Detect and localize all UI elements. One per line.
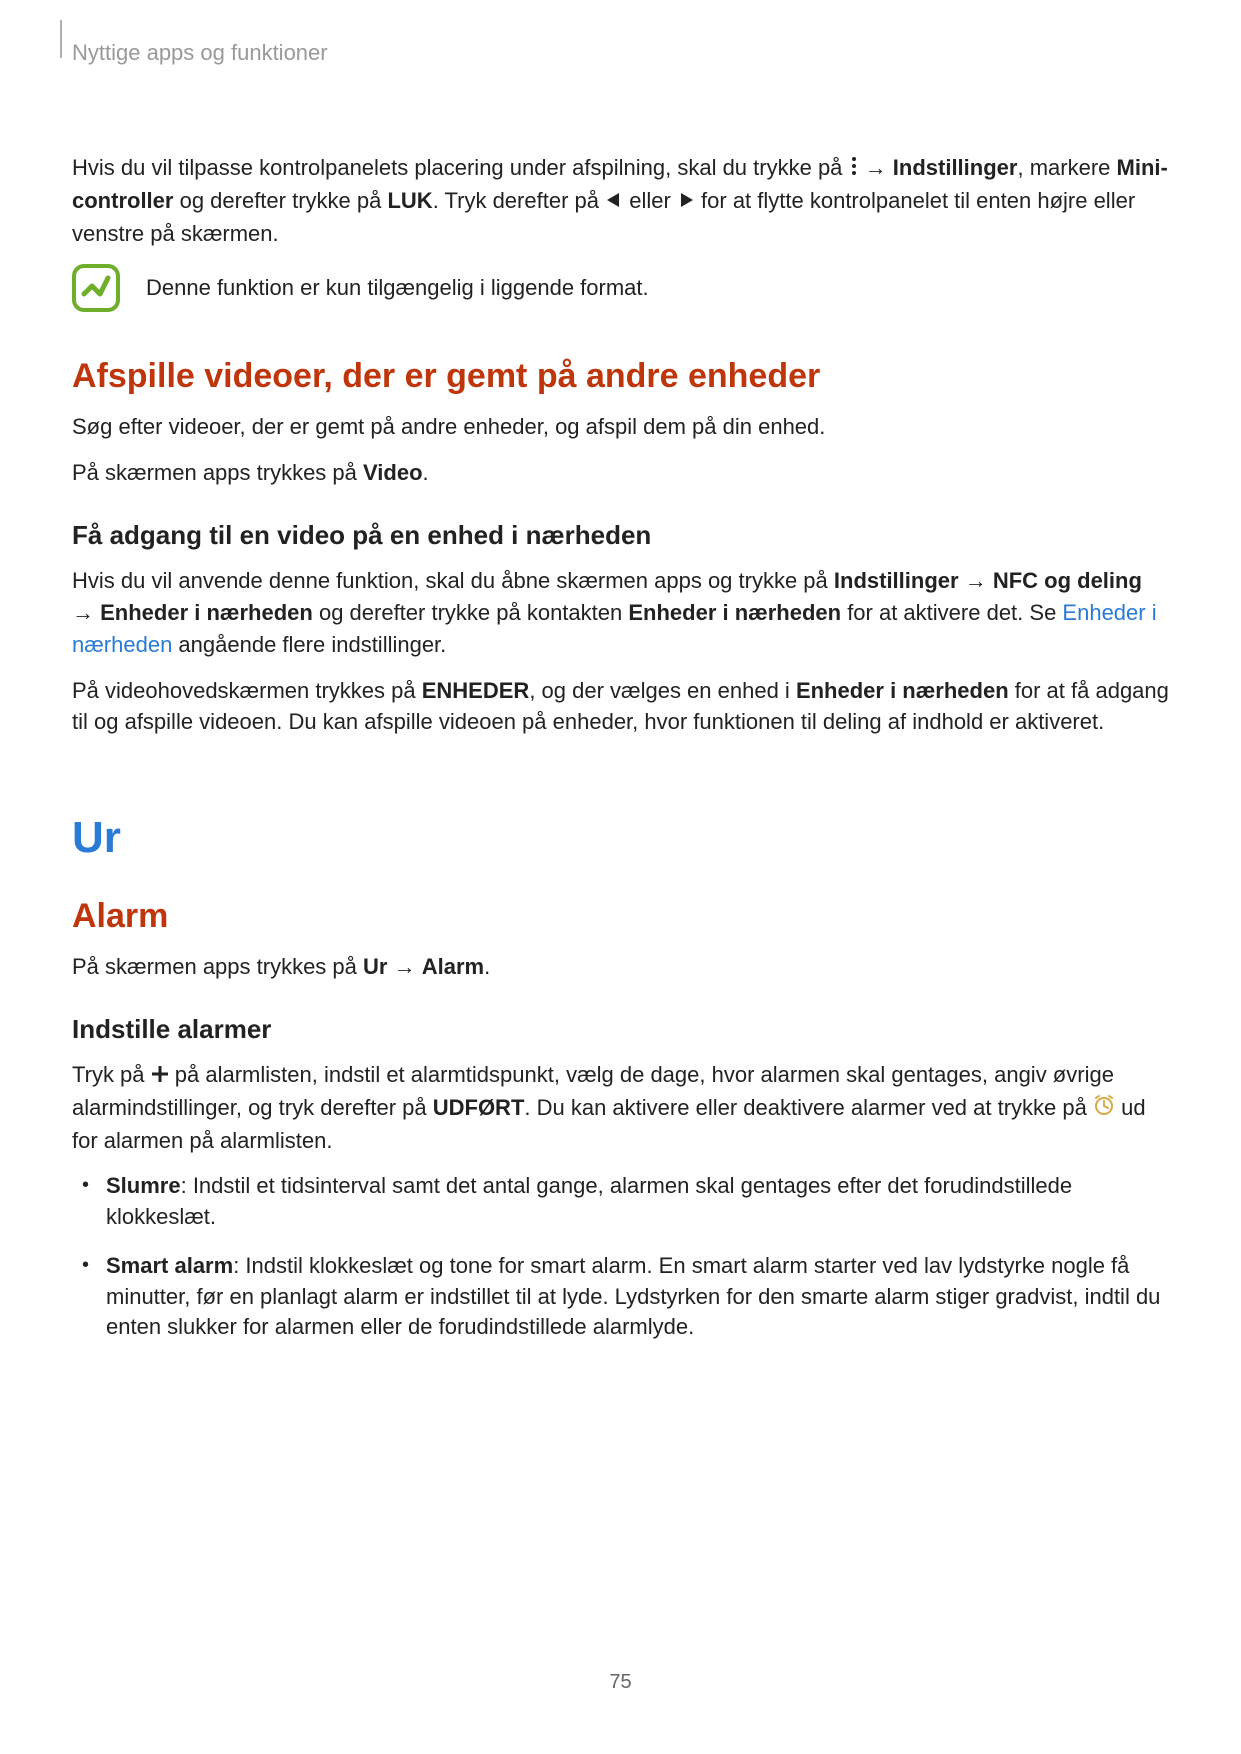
text: På skærmen apps trykkes på bbox=[72, 460, 363, 485]
text: → bbox=[865, 155, 893, 180]
note-icon bbox=[72, 264, 120, 312]
text: → bbox=[72, 600, 100, 625]
paragraph: Tryk på på alarmlisten, indstil et alarm… bbox=[72, 1059, 1169, 1157]
text: → bbox=[387, 954, 421, 979]
text: og derefter trykke på bbox=[173, 188, 387, 213]
list-item: Smart alarm: Indstil klokkeslæt og tone … bbox=[106, 1251, 1169, 1343]
page-number: 75 bbox=[0, 1671, 1241, 1694]
note-text: Denne funktion er kun tilgængelig i ligg… bbox=[146, 272, 649, 304]
text: angående flere indstillinger. bbox=[172, 632, 446, 657]
text-bold: Slumre bbox=[106, 1173, 181, 1198]
text: : Indstil klokkeslæt og tone for smart a… bbox=[106, 1253, 1160, 1340]
section-heading: Alarm bbox=[72, 892, 1169, 941]
text-bold: Indstillinger bbox=[834, 568, 959, 593]
paragraph: På skærmen apps trykkes på Video. bbox=[72, 457, 1169, 489]
bullet-list: Slumre: Indstil et tidsinterval samt det… bbox=[72, 1171, 1169, 1343]
text: og derefter trykke på kontakten bbox=[313, 600, 629, 625]
page-header: Nyttige apps og funktioner bbox=[72, 40, 1169, 90]
text-bold: UDFØRT bbox=[433, 1095, 525, 1120]
text-bold: Ur bbox=[363, 954, 387, 979]
text: → bbox=[959, 568, 993, 593]
text: Tryk på bbox=[72, 1062, 151, 1087]
subsection-heading: Indstille alarmer bbox=[72, 1011, 1169, 1049]
page-content: Hvis du vil tilpasse kontrolpanelets pla… bbox=[72, 152, 1169, 1343]
text: Hvis du vil tilpasse kontrolpanelets pla… bbox=[72, 155, 849, 180]
text: , markere bbox=[1017, 155, 1116, 180]
text-bold: Smart alarm bbox=[106, 1253, 233, 1278]
list-item: Slumre: Indstil et tidsinterval samt det… bbox=[106, 1171, 1169, 1233]
text: . bbox=[484, 954, 490, 979]
chapter-heading: Ur bbox=[72, 806, 1169, 870]
text: for at aktivere det. Se bbox=[841, 600, 1062, 625]
triangle-right-icon bbox=[677, 186, 695, 218]
triangle-left-icon bbox=[605, 186, 623, 218]
header-tick bbox=[60, 20, 62, 58]
text-bold: ENHEDER bbox=[422, 678, 530, 703]
text-bold: Video bbox=[363, 460, 423, 485]
text: Søg efter videoer, der er gemt på andre … bbox=[72, 411, 1169, 443]
text-bold: Enheder i nærheden bbox=[796, 678, 1009, 703]
text-bold: Enheder i nærheden bbox=[628, 600, 841, 625]
subsection-heading: Få adgang til en video på en enhed i nær… bbox=[72, 517, 1169, 555]
text: : Indstil et tidsinterval samt det antal… bbox=[106, 1173, 1072, 1229]
text: eller bbox=[629, 188, 677, 213]
paragraph: På videohovedskærmen trykkes på ENHEDER,… bbox=[72, 675, 1169, 739]
text-bold: NFC og deling bbox=[993, 568, 1142, 593]
text: På videohovedskærmen trykkes på bbox=[72, 678, 422, 703]
section-heading: Afspille videoer, der er gemt på andre e… bbox=[72, 352, 1169, 401]
text: , og der vælges en enhed i bbox=[529, 678, 796, 703]
plus-icon bbox=[151, 1060, 169, 1092]
text-bold: Indstillinger bbox=[893, 155, 1018, 180]
paragraph: Hvis du vil anvende denne funktion, skal… bbox=[72, 565, 1169, 661]
text: Hvis du vil anvende denne funktion, skal… bbox=[72, 568, 834, 593]
text-bold: Alarm bbox=[422, 954, 484, 979]
note-block: Denne funktion er kun tilgængelig i ligg… bbox=[72, 264, 1169, 312]
text-bold: LUK bbox=[387, 188, 432, 213]
intro-paragraph: Hvis du vil tilpasse kontrolpanelets pla… bbox=[72, 152, 1169, 250]
text: . Tryk derefter på bbox=[433, 188, 605, 213]
text-bold: Enheder i nærheden bbox=[100, 600, 313, 625]
text: . Du kan aktivere eller deaktivere alarm… bbox=[524, 1095, 1093, 1120]
text: . bbox=[423, 460, 429, 485]
breadcrumb: Nyttige apps og funktioner bbox=[72, 40, 328, 65]
more-options-icon bbox=[849, 153, 859, 185]
paragraph: På skærmen apps trykkes på Ur → Alarm. bbox=[72, 951, 1169, 983]
alarm-clock-icon bbox=[1093, 1093, 1115, 1125]
text: På skærmen apps trykkes på bbox=[72, 954, 363, 979]
